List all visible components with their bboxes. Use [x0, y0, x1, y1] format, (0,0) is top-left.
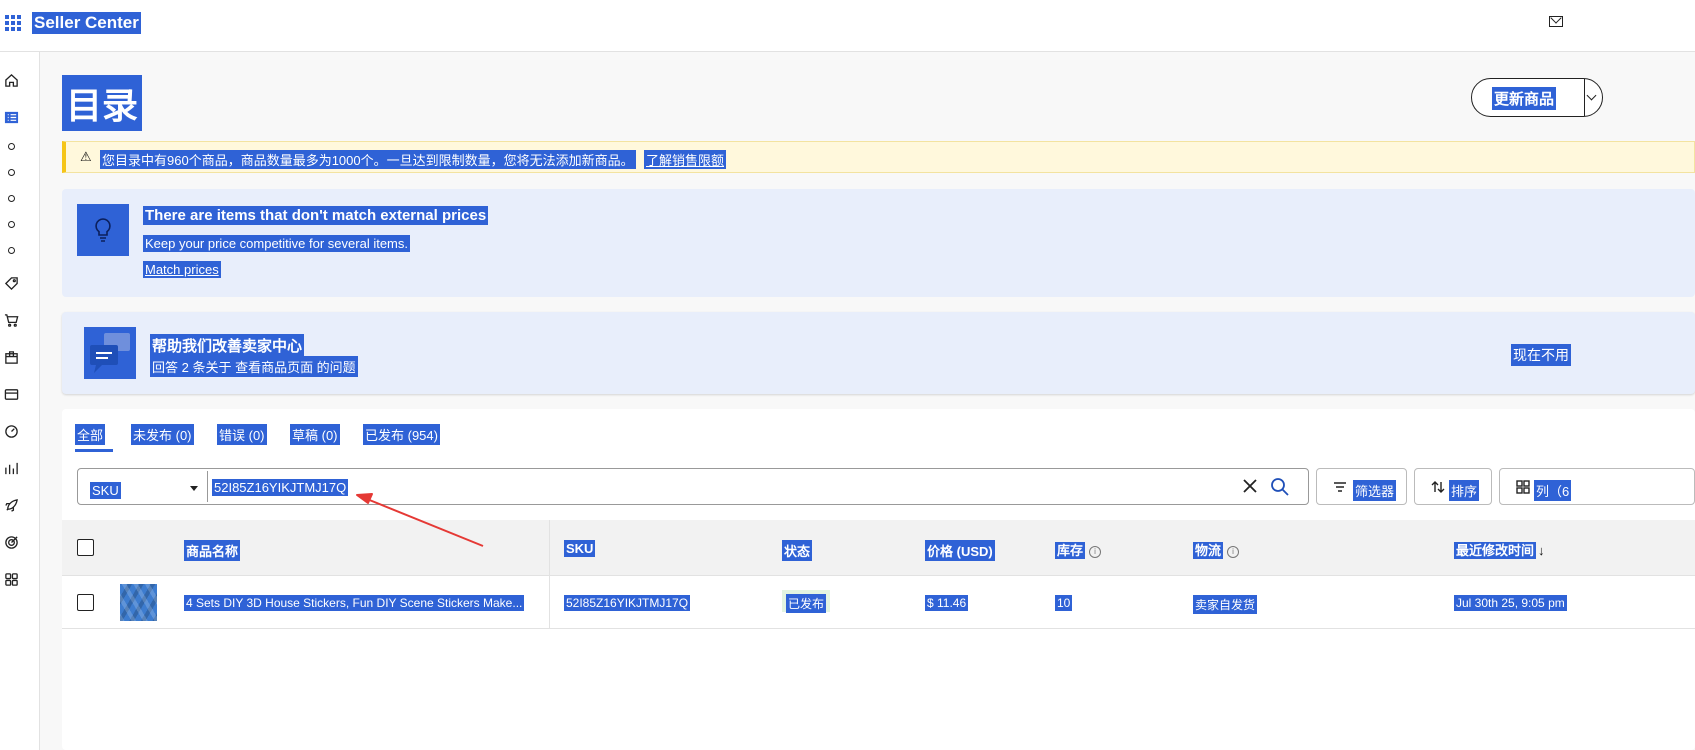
mail-icon[interactable] [1549, 16, 1563, 27]
header-name[interactable]: 商品名称 [184, 540, 241, 561]
card-icon[interactable] [0, 383, 22, 405]
cart-icon[interactable] [0, 309, 22, 331]
row-checkbox[interactable] [77, 594, 94, 611]
row-fulfillment: 卖家自发货 [1193, 595, 1258, 614]
survey-card-subtitle: 回答 2 条关于 查看商品页面 的问题 [150, 356, 358, 377]
subnav-dot-3[interactable] [0, 187, 22, 209]
subnav-dot-2[interactable] [0, 161, 22, 183]
search-bar: SKU 52I85Z16YIKJTMJ17Q [77, 468, 1309, 505]
search-icon[interactable] [1270, 477, 1290, 497]
header-inventory[interactable]: 库存 [1055, 542, 1086, 559]
header-price[interactable]: 价格 (USD) [925, 540, 995, 561]
tab-published[interactable]: 已发布 (954) [363, 424, 440, 445]
search-input[interactable]: 52I85Z16YIKJTMJ17Q [212, 479, 349, 496]
not-now-button[interactable]: 现在不用 [1511, 344, 1571, 366]
row-modified: Jul 30th 25, 9:05 pm [1454, 595, 1567, 611]
subnav-dot-4[interactable] [0, 213, 22, 235]
tab-all[interactable]: 全部 [75, 424, 106, 445]
app-grid-icon[interactable] [5, 15, 21, 31]
sort-down-arrow-icon[interactable]: ↓ [1538, 543, 1545, 558]
row-inventory: 10 [1055, 595, 1073, 611]
filter-button[interactable]: 筛选器 [1316, 468, 1407, 505]
active-tab-indicator [75, 449, 113, 452]
page-title: 目录 [62, 75, 143, 131]
items-panel: 全部 未发布 (0) 错误 (0) 草稿 (0) 已发布 (954) SKU 5… [62, 409, 1695, 750]
product-thumbnail[interactable] [120, 584, 157, 621]
side-nav [0, 52, 40, 750]
row-sku: 52I85Z16YIKJTMJ17Q [564, 595, 691, 611]
survey-card: 帮助我们改善卖家中心 回答 2 条关于 查看商品页面 的问题 现在不用 [62, 312, 1695, 394]
row-name[interactable]: 4 Sets DIY 3D House Stickers, Fun DIY Sc… [184, 595, 525, 611]
filter-icon [1334, 482, 1346, 492]
top-bar: Seller Center [0, 0, 1695, 52]
row-status: 已发布 [786, 594, 827, 613]
status-badge: 已发布 [782, 590, 831, 613]
rocket-icon[interactable] [0, 494, 22, 516]
price-card-subtitle: Keep your price competitive for several … [143, 235, 410, 252]
row-price: $ 11.46 [925, 595, 969, 611]
caret-down-icon [190, 486, 198, 491]
header-sku[interactable]: SKU [564, 540, 596, 557]
box-icon[interactable] [0, 346, 22, 368]
apps-icon[interactable] [0, 568, 22, 590]
table-row[interactable]: 4 Sets DIY 3D House Stickers, Fun DIY Sc… [62, 576, 1695, 629]
columns-grid-icon [1516, 480, 1530, 494]
select-all-checkbox[interactable] [77, 539, 94, 556]
tag-icon[interactable] [0, 272, 22, 294]
alert-link[interactable]: 了解销售限额 [644, 150, 727, 169]
header-modified[interactable]: 最近修改时间 [1454, 542, 1537, 559]
warning-icon: ⚠ [80, 149, 92, 164]
tab-drafts[interactable]: 草稿 (0) [290, 424, 340, 445]
lightbulb-icon [77, 204, 129, 256]
info-icon[interactable]: i [1089, 545, 1102, 558]
update-items-button[interactable]: 更新商品 [1471, 78, 1603, 117]
header-status[interactable]: 状态 [782, 540, 813, 561]
sort-button[interactable]: 排序 [1414, 468, 1492, 505]
sort-icon [1431, 481, 1445, 493]
search-field-select[interactable]: SKU [80, 471, 208, 502]
info-icon[interactable]: i [1227, 545, 1240, 558]
header-fulfillment-wrap: 物流 i [1193, 540, 1240, 559]
target-icon[interactable] [0, 531, 22, 553]
search-field-label: SKU [90, 482, 121, 499]
catalog-list-icon[interactable] [0, 106, 22, 128]
match-prices-link[interactable]: Match prices [143, 261, 221, 278]
header-fulfillment[interactable]: 物流 [1193, 542, 1224, 559]
gauge-icon[interactable] [0, 420, 22, 442]
subnav-dot-1[interactable] [0, 135, 22, 157]
header-inventory-wrap: 库存 i [1055, 540, 1102, 559]
bar-chart-icon[interactable] [0, 457, 22, 479]
price-mismatch-card: There are items that don't match externa… [62, 189, 1695, 297]
subnav-dot-5[interactable] [0, 239, 22, 261]
tab-errors[interactable]: 错误 (0) [217, 424, 267, 445]
filter-label: 筛选器 [1353, 480, 1397, 501]
close-icon[interactable] [1241, 477, 1259, 495]
chevron-down-icon[interactable] [1584, 79, 1603, 116]
update-items-label: 更新商品 [1492, 87, 1557, 110]
price-card-title: There are items that don't match externa… [143, 206, 489, 225]
sort-label: 排序 [1449, 480, 1480, 501]
home-icon[interactable] [0, 69, 22, 91]
limit-alert: ⚠ 您目录中有960个商品，商品数量最多为1000个。一旦达到限制数量，您将无法… [62, 141, 1695, 173]
table-header: 商品名称 SKU 状态 价格 (USD) 库存 i 物流 i 最近修改时间 ↓ [62, 520, 1695, 576]
tab-unpublished[interactable]: 未发布 (0) [131, 424, 194, 445]
alert-message: 您目录中有960个商品，商品数量最多为1000个。一旦达到限制数量，您将无法添加… [100, 150, 636, 169]
columns-button[interactable]: 列（6 [1499, 468, 1695, 505]
chat-bubbles-icon [84, 327, 136, 379]
app-title[interactable]: Seller Center [32, 12, 141, 34]
columns-label: 列（6 [1534, 480, 1572, 501]
header-modified-wrap: 最近修改时间 ↓ [1454, 540, 1545, 559]
survey-card-title: 帮助我们改善卖家中心 [150, 334, 305, 357]
